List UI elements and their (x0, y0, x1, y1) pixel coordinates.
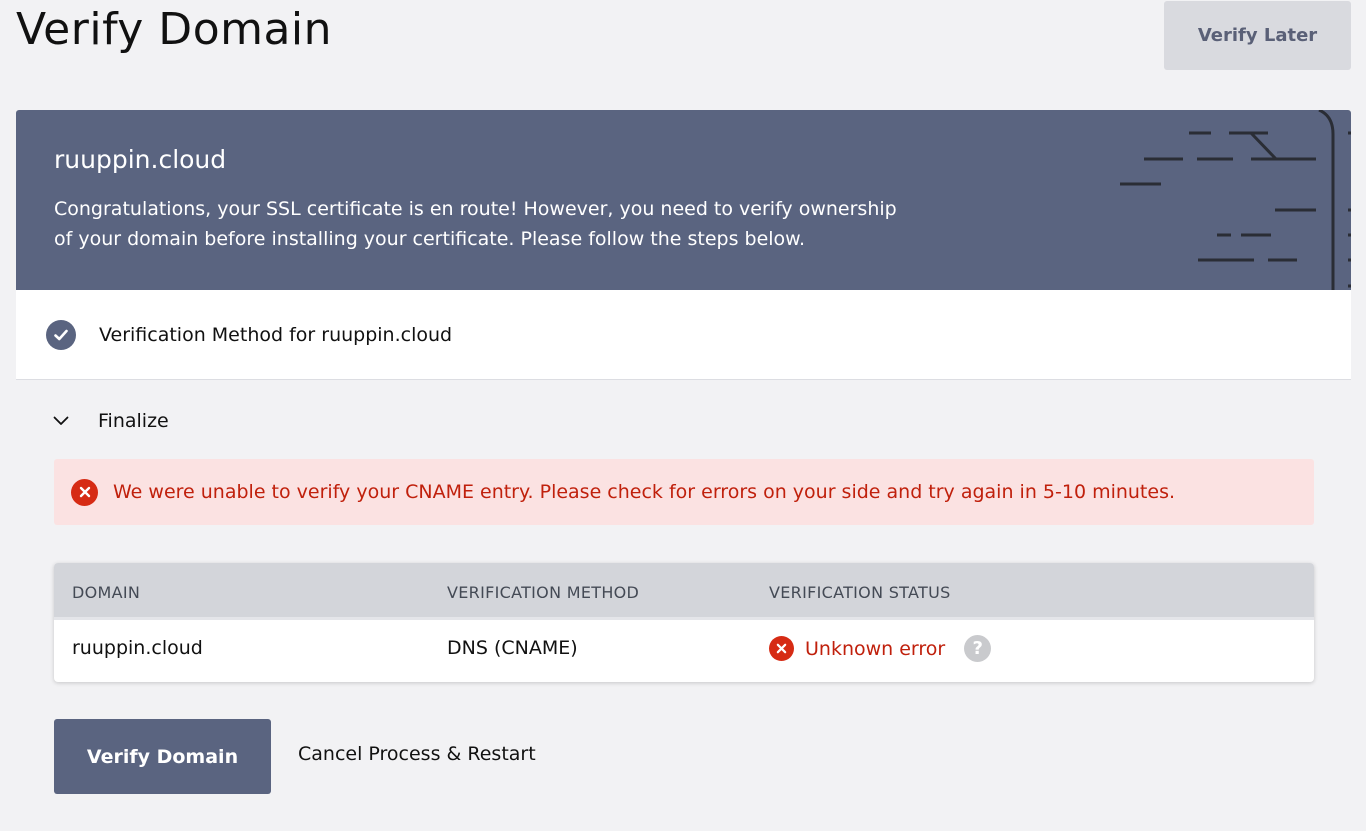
step-finalize-label: Finalize (98, 410, 169, 432)
page-title: Verify Domain (16, 4, 333, 55)
table-row: ruuppin.cloud DNS (CNAME) Unknown error … (54, 620, 1314, 679)
step-finalize[interactable]: Finalize (16, 380, 1351, 462)
cancel-restart-link[interactable]: Cancel Process & Restart (298, 743, 536, 765)
step-verification-method-label: Verification Method for ruuppin.cloud (99, 323, 453, 346)
check-circle-icon (46, 319, 76, 350)
error-alert: We were unable to verify your CNAME entr… (54, 459, 1314, 525)
verification-table: DOMAIN VERIFICATION METHOD VERIFICATION … (54, 563, 1314, 682)
column-header-method: VERIFICATION METHOD (447, 583, 640, 602)
banner-message-line1: Congratulations, your SSL certificate is… (54, 198, 897, 220)
error-x-icon (71, 478, 98, 506)
banner-message-line2: of your domain before installing your ce… (54, 228, 806, 250)
domain-banner: ruuppin.cloud Congratulations, your SSL … (16, 110, 1351, 290)
error-x-icon (769, 636, 794, 661)
banner-decoration-icon (1120, 110, 1351, 290)
verification-card: ruuppin.cloud Congratulations, your SSL … (16, 110, 1351, 831)
cell-status: Unknown error ? (769, 635, 992, 662)
help-question-icon[interactable]: ? (964, 635, 992, 662)
cell-method: DNS (CNAME) (447, 637, 578, 659)
verify-domain-button[interactable]: Verify Domain (54, 719, 271, 794)
chevron-down-icon[interactable] (52, 412, 70, 430)
banner-message: Congratulations, your SSL certificate is… (54, 194, 954, 254)
column-header-status: VERIFICATION STATUS (769, 583, 951, 602)
column-header-domain: DOMAIN (72, 583, 141, 602)
status-text: Unknown error (805, 637, 946, 660)
cell-domain: ruuppin.cloud (72, 637, 203, 659)
banner-domain: ruuppin.cloud (54, 145, 227, 174)
verify-later-button[interactable]: Verify Later (1164, 1, 1351, 70)
step-verification-method[interactable]: Verification Method for ruuppin.cloud (16, 290, 1351, 380)
table-header: DOMAIN VERIFICATION METHOD VERIFICATION … (54, 563, 1314, 620)
error-alert-message: We were unable to verify your CNAME entr… (113, 481, 1176, 503)
